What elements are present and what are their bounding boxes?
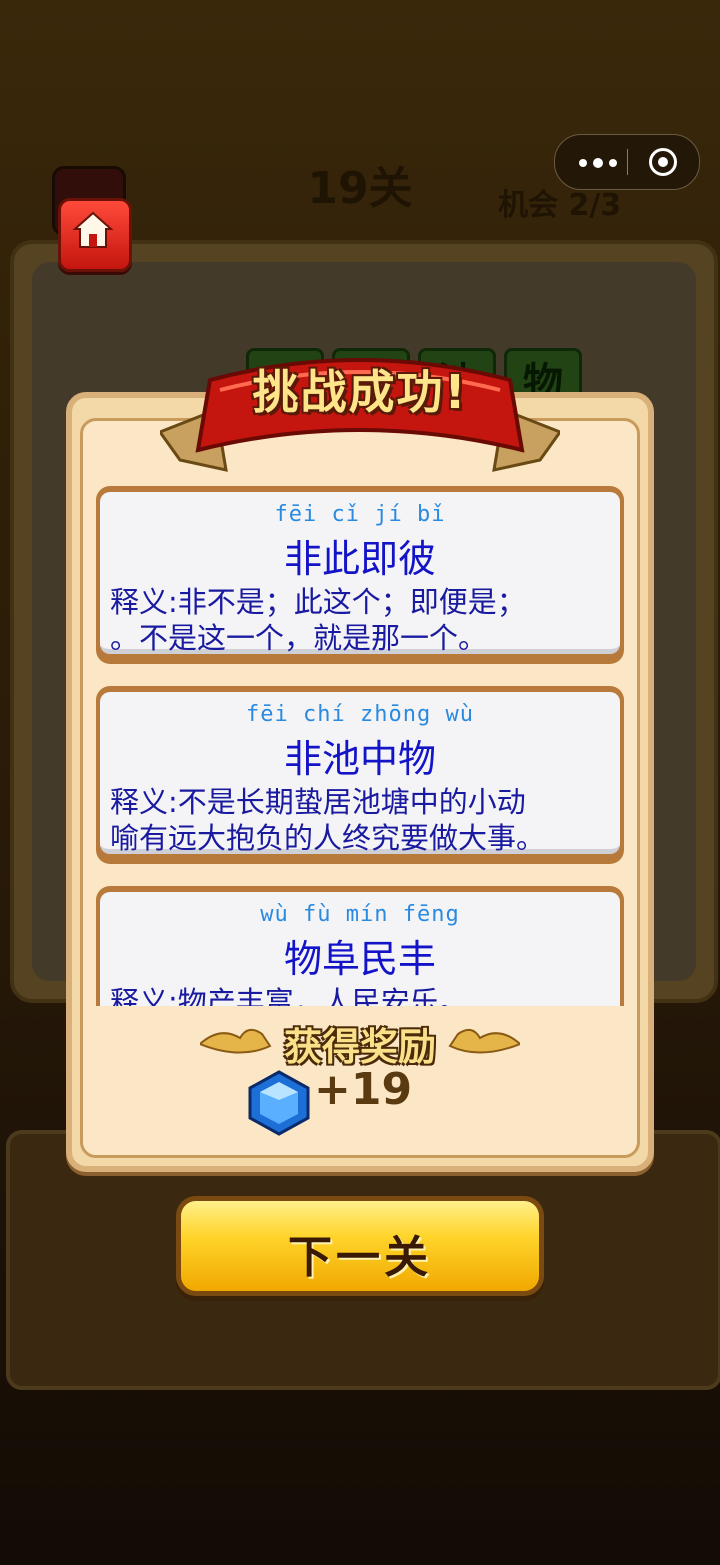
idiom-pinyin: fēi cǐ jí bǐ	[274, 502, 446, 527]
success-title: 挑战成功!	[252, 365, 468, 419]
capsule-menu	[554, 134, 700, 190]
next-level-button[interactable]: 下一关	[176, 1196, 544, 1296]
idiom-meaning: 释义:非不是；此这个；即便是； 。不是这一个，就是那一个。	[110, 585, 526, 655]
diamond-gem-icon	[248, 1070, 310, 1136]
home-icon	[72, 211, 114, 248]
idiom-meaning: 释义:物产丰富，人民安乐。	[110, 985, 468, 1006]
idiom-pinyin: wù fù mín fēng	[260, 902, 460, 927]
idiom-card: fēi chí zhōng wù 非池中物 释义:不是长期蛰居池塘中的小动 喻有…	[96, 686, 624, 864]
idiom-list[interactable]: fēi cǐ jí bǐ 非此即彼 释义:非不是；此这个；即便是； 。不是这一个…	[96, 486, 624, 1006]
more-icon[interactable]	[573, 135, 625, 189]
idiom-meaning: 释义:不是长期蛰居池塘中的小动 喻有远大抱负的人终究要做大事。	[110, 785, 546, 855]
idiom-word: 非此即彼	[283, 537, 436, 581]
idiom-card: fēi cǐ jí bǐ 非此即彼 释义:非不是；此这个；即便是； 。不是这一个…	[96, 486, 624, 664]
reward-amount: +19	[314, 1064, 413, 1115]
next-level-label: 下一关	[288, 1232, 432, 1283]
close-mini-program-icon[interactable]	[649, 148, 677, 176]
idiom-card: wù fù mín fēng 物阜民丰 释义:物产丰富，人民安乐。	[96, 886, 624, 1006]
home-button[interactable]	[58, 198, 132, 272]
idiom-pinyin: fēi chí zhōng wù	[246, 702, 474, 727]
idiom-word: 非池中物	[283, 737, 436, 781]
idiom-word: 物阜民丰	[283, 937, 436, 981]
reward-label: 获得奖励	[283, 1025, 436, 1069]
